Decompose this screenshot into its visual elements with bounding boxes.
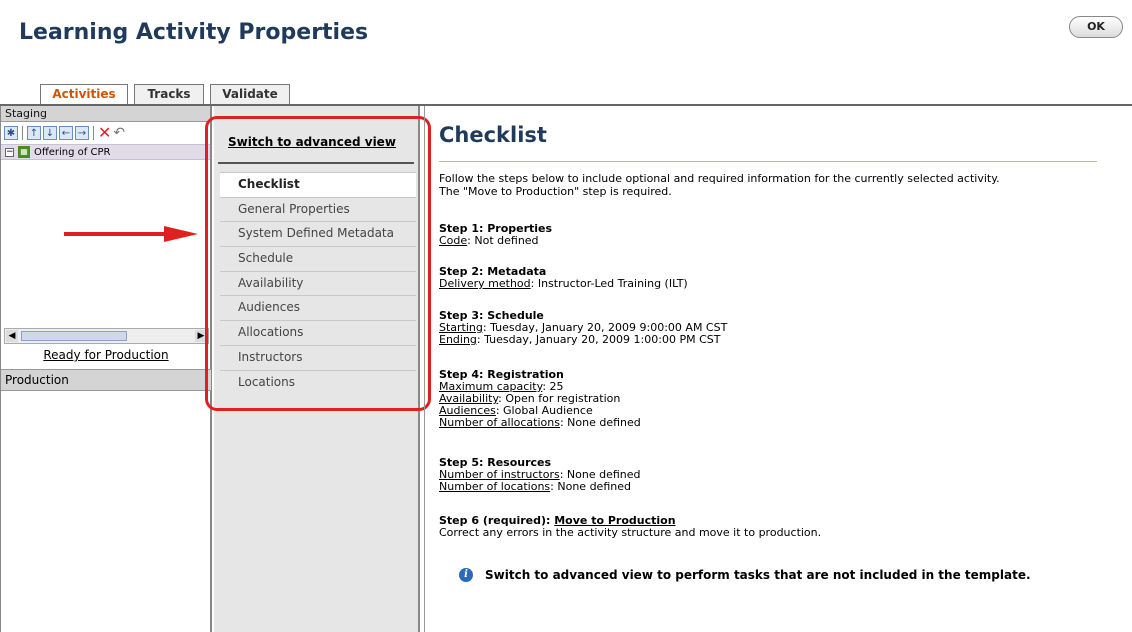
red-highlight-annotation	[205, 116, 431, 411]
ending-link[interactable]: Ending	[439, 333, 477, 346]
ok-button[interactable]: OK	[1069, 16, 1123, 38]
step-description: Correct any errors in the activity struc…	[439, 526, 822, 539]
production-header: Production	[1, 369, 211, 391]
tab-tracks[interactable]: Tracks	[134, 84, 204, 104]
toolbar-separator	[22, 126, 23, 140]
move-up-icon[interactable]: ↑	[27, 126, 41, 140]
divider	[439, 161, 1097, 162]
tree-toolbar: ✱ ↑ ↓ ← → ✕ ↶	[1, 122, 210, 144]
tree-item-label: Offering of CPR	[34, 146, 111, 158]
staging-header: Staging	[1, 106, 210, 122]
allocations-value: : None defined	[559, 416, 641, 429]
delivery-method-link[interactable]: Delivery method	[439, 277, 531, 290]
intro-line: Follow the steps below to include option…	[439, 172, 1000, 185]
advanced-view-tip: i Switch to advanced view to perform tas…	[459, 568, 1031, 582]
content-title: Checklist	[439, 123, 547, 147]
collapse-icon[interactable]: −	[5, 147, 14, 157]
locations-link[interactable]: Number of locations	[439, 480, 550, 493]
step-metadata: Step 2: Metadata Delivery method: Instru…	[439, 266, 688, 290]
move-down-icon[interactable]: ↓	[43, 126, 57, 140]
intro-line: The "Move to Production" step is require…	[439, 185, 672, 198]
ready-for-production-link[interactable]: Ready for Production	[1, 348, 211, 362]
ending-value: : Tuesday, January 20, 2009 1:00:00 PM C…	[476, 333, 721, 346]
code-link[interactable]: Code	[439, 234, 467, 247]
activity-tree-panel: Staging ✱ ↑ ↓ ← → ✕ ↶ − ▦ Offering of CP…	[0, 106, 212, 632]
info-icon: i	[459, 568, 473, 582]
intro-text: Follow the steps below to include option…	[439, 172, 1109, 198]
step-registration: Step 4: Registration Maximum capacity: 2…	[439, 369, 641, 429]
step-move-to-production: Step 6 (required): Move to Production Co…	[439, 515, 821, 539]
scroll-thumb[interactable]	[21, 331, 127, 341]
horizontal-scrollbar[interactable]: ◀ ▶	[4, 328, 209, 344]
offering-icon: ▦	[18, 146, 30, 158]
tab-validate[interactable]: Validate	[210, 84, 290, 104]
delete-icon[interactable]: ✕	[98, 125, 111, 141]
outdent-icon[interactable]: ←	[59, 126, 73, 140]
allocations-link[interactable]: Number of allocations	[439, 416, 560, 429]
checklist-content: Checklist Follow the steps below to incl…	[424, 106, 1132, 632]
tree-item[interactable]: − ▦ Offering of CPR	[1, 144, 210, 160]
new-item-icon[interactable]: ✱	[4, 126, 18, 140]
step-properties: Step 1: Properties Code: Not defined	[439, 223, 552, 247]
step-schedule: Step 3: Schedule Starting: Tuesday, Janu…	[439, 310, 727, 346]
step-resources: Step 5: Resources Number of instructors:…	[439, 457, 641, 493]
scroll-left-icon[interactable]: ◀	[6, 330, 18, 342]
red-arrow-annotation	[64, 226, 198, 242]
locations-value: : None defined	[550, 480, 631, 493]
indent-icon[interactable]: →	[75, 126, 89, 140]
tab-activities[interactable]: Activities	[40, 84, 128, 106]
toolbar-separator	[93, 126, 94, 140]
delivery-method-value: : Instructor-Led Training (ILT)	[530, 277, 688, 290]
page-title: Learning Activity Properties	[19, 20, 369, 45]
tip-text: Switch to advanced view to perform tasks…	[485, 568, 1031, 582]
undo-icon[interactable]: ↶	[113, 126, 125, 140]
code-value: : Not defined	[467, 234, 539, 247]
